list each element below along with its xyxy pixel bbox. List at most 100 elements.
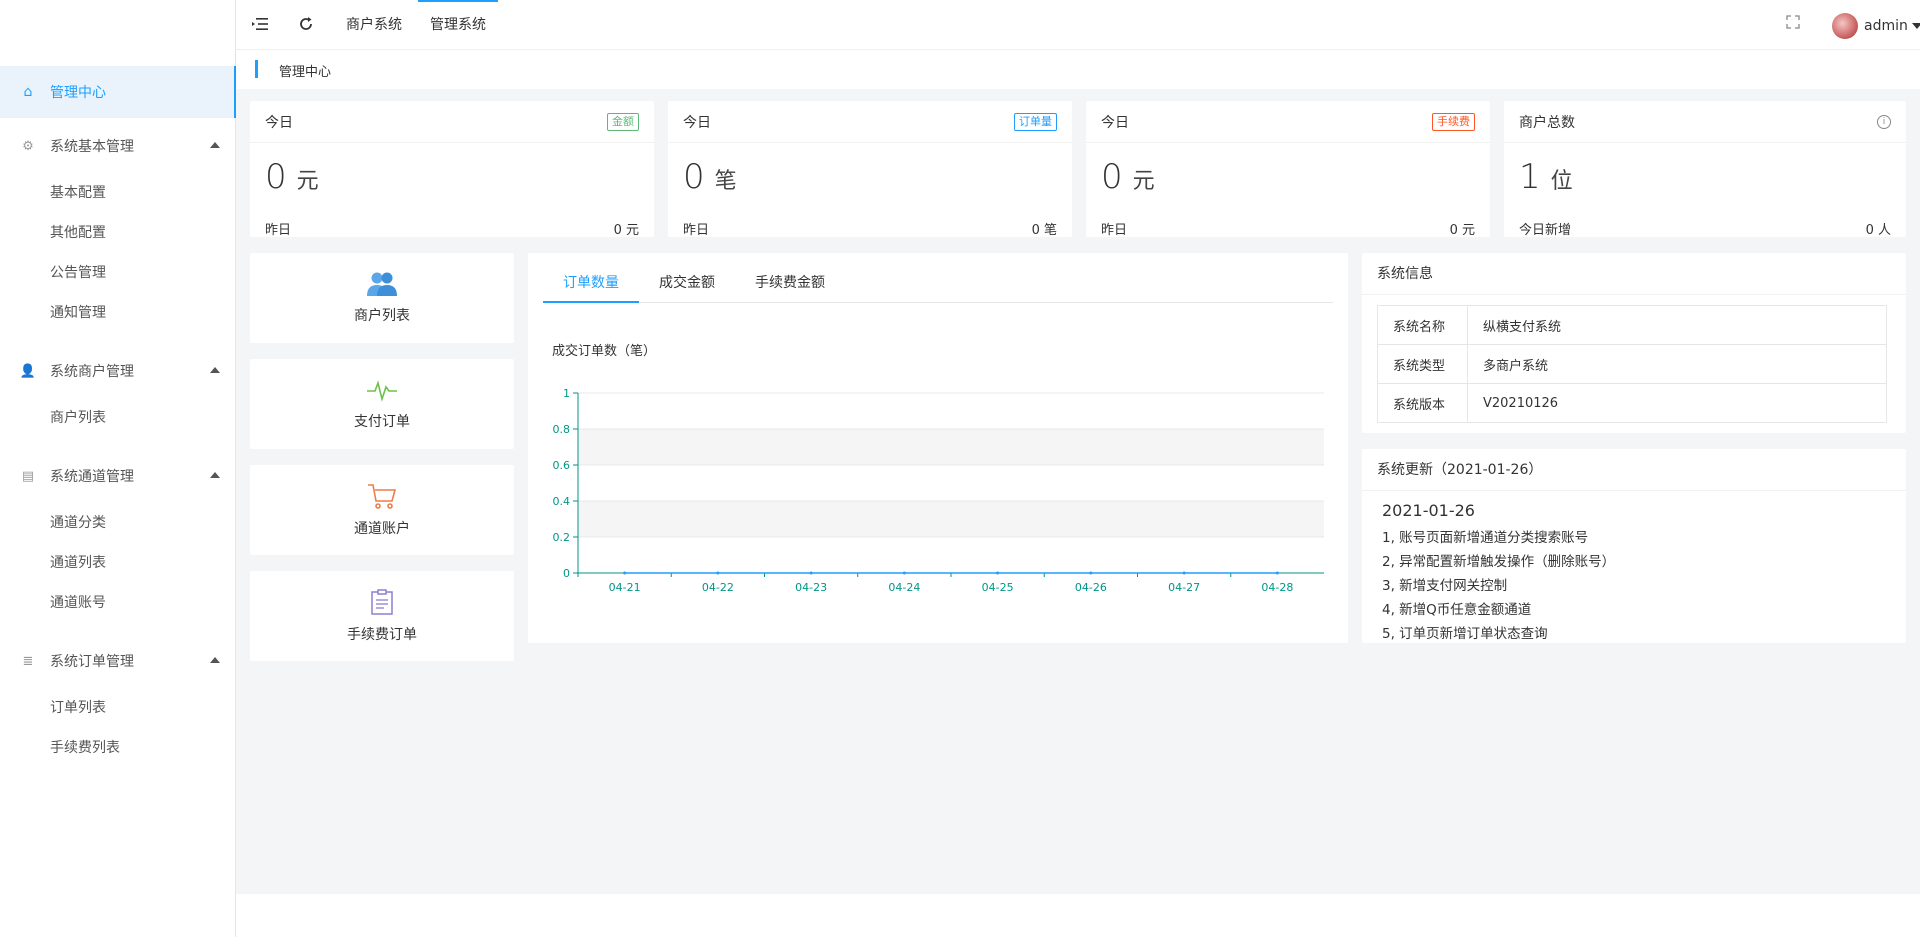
breadcrumb-marker [255,60,258,78]
status-badge: 手续费 [1432,112,1475,131]
stat-unit: 位 [1550,169,1573,194]
table-cell-key: 系统名称 [1377,305,1468,345]
status-badge: 订单量 [1014,112,1057,131]
y-tick-label: 1 [563,387,570,400]
stat-unit: 元 [296,169,319,194]
x-tick-label: 04-27 [1168,581,1200,594]
grid-band [578,501,1324,537]
tab-deal-amount[interactable]: 成交金额 [639,263,735,303]
sidebar-item-basic-config[interactable]: 基本配置 [0,172,236,212]
stat-value: 0 [1101,157,1123,197]
system-info-title: 系统信息 [1362,253,1906,295]
cart-icon [368,484,397,509]
gear-icon: ⚙ [22,138,34,154]
x-tick-label: 04-24 [888,581,920,594]
caret-up-icon [210,472,220,478]
quick-link-label: 通道账户 [354,521,410,537]
stat-foot-value: 0 元 [613,223,639,238]
line-chart: 成交订单数（笔） 1 0.8 0.6 0.4 0.2 0 04-21 04-22 04-23 04-… [552,343,1324,594]
main-content: 今日 金额 0元 昨日 0 元 今日 订单量 0笔 昨日 0 笔 今日 手续费 0元… [236,89,1920,894]
menu-head-channel[interactable]: ▤ 系统通道管理 [0,450,236,502]
update-date: 2021-01-26 [1382,501,1475,520]
update-line: 1, 账号页面新增通道分类搜索账号 [1382,530,1589,546]
sidebar-item-notice[interactable]: 公告管理 [0,252,236,292]
user-icon: 👤 [19,363,37,379]
data-point [1182,571,1186,575]
sidebar-item-other-config[interactable]: 其他配置 [0,212,236,252]
system-info-card: 系统信息 系统名称 纵横支付系统 系统类型 多商户系统 系统版本 V20210126 [1362,253,1906,433]
stat-value: 0 [265,157,287,197]
grid-icon: ▤ [21,468,35,484]
x-tick-label: 04-22 [702,581,734,594]
table-cell-value: 多商户系统 [1467,344,1887,384]
stat-title: 今日 [265,114,293,131]
user-menu[interactable]: admin [1832,13,1920,39]
caret-up-icon [210,657,220,663]
sidebar-item-order-list[interactable]: 订单列表 [0,687,236,727]
chart-title: 成交订单数（笔） [552,343,656,359]
chart-tabs: 订单数量 成交金额 手续费金额 [543,263,1333,303]
data-point [1275,571,1279,575]
update-line: 5, 订单页新增订单状态查询 [1382,626,1548,642]
fullscreen-icon[interactable] [1786,15,1800,33]
sidebar: ⌂ 管理中心 ⚙ 系统基本管理 基本配置 其他配置 公告管理 通知管理 👤 系统… [0,0,236,937]
sidebar-item-notify[interactable]: 通知管理 [0,292,236,332]
y-tick-label: 0.6 [553,459,571,472]
sidebar-item-channel-account[interactable]: 通道账号 [0,582,236,622]
caret-up-icon [210,142,220,148]
document-icon: ≣ [22,653,34,669]
x-tick-label: 04-26 [1075,581,1107,594]
menu-head-basic[interactable]: ⚙ 系统基本管理 [0,120,236,172]
update-line: 2, 异常配置新增触发操作（删除账号） [1382,554,1616,570]
table-cell-key: 系统版本 [1377,383,1468,423]
stat-unit: 笔 [714,169,737,194]
stat-value: 1 [1519,157,1541,197]
stat-foot-value: 0 元 [1449,223,1475,238]
stat-title: 今日 [1101,114,1129,131]
x-tick-label: 04-25 [982,581,1014,594]
menu-head-label: 系统通道管理 [50,469,134,485]
refresh-icon[interactable] [296,14,316,34]
y-tick-label: 0 [563,567,570,580]
y-tick-label: 0.4 [553,495,571,508]
sidebar-item-fee-list[interactable]: 手续费列表 [0,727,236,767]
stat-card-amount: 今日 金额 0元 昨日 0 元 [250,101,654,238]
nav-link-admin-system[interactable]: 管理系统 [418,0,498,50]
status-badge: 金额 [607,112,639,131]
tab-order-count[interactable]: 订单数量 [543,263,639,303]
pulse-icon [367,380,397,402]
quick-link-pay-orders[interactable]: 支付订单 [250,359,514,449]
table-cell-key: 系统类型 [1377,344,1468,384]
data-point [809,571,813,575]
table-cell-value: 纵横支付系统 [1467,305,1887,345]
menu-group-order: ≣ 系统订单管理 订单列表 手续费列表 [0,635,236,767]
tab-fee-amount[interactable]: 手续费金额 [735,263,845,303]
menu-toggle-icon[interactable] [250,14,270,34]
table-cell-value: V20210126 [1467,383,1887,423]
stat-title: 今日 [683,114,711,131]
home-icon: ⌂ [23,84,33,100]
system-update-card: 系统更新（2021-01-26） 2021-01-26 1, 账号页面新增通道分… [1362,449,1906,643]
menu-head-order[interactable]: ≣ 系统订单管理 [0,635,236,687]
table-row: 系统版本 V20210126 [1377,383,1887,423]
stat-unit: 元 [1132,169,1155,194]
stat-foot-value: 0 笔 [1031,223,1057,238]
menu-head-merchant[interactable]: 👤 系统商户管理 [0,345,236,397]
sidebar-item-channel-list[interactable]: 通道列表 [0,542,236,582]
sidebar-item-merchant-list[interactable]: 商户列表 [0,397,236,437]
quick-link-fee-orders[interactable]: 手续费订单 [250,571,514,661]
quick-link-channel-account[interactable]: 通道账户 [250,465,514,555]
stat-foot-label: 昨日 [265,223,292,238]
info-icon[interactable]: i [1877,114,1891,129]
nav-link-merchant-system[interactable]: 商户系统 [346,0,402,50]
user-name: admin [1864,18,1908,34]
stat-foot-label: 今日新增 [1519,223,1572,238]
sidebar-item-home[interactable]: ⌂ 管理中心 [0,66,236,118]
breadcrumb-current: 管理中心 [279,65,332,80]
sidebar-item-channel-category[interactable]: 通道分类 [0,502,236,542]
system-info-table: 系统名称 纵横支付系统 系统类型 多商户系统 系统版本 V20210126 [1377,305,1887,423]
menu-group-channel: ▤ 系统通道管理 通道分类 通道列表 通道账号 [0,450,236,622]
quick-link-merchant-list[interactable]: 商户列表 [250,253,514,343]
data-point [1089,571,1093,575]
breadcrumb: 管理中心 [236,51,1920,89]
